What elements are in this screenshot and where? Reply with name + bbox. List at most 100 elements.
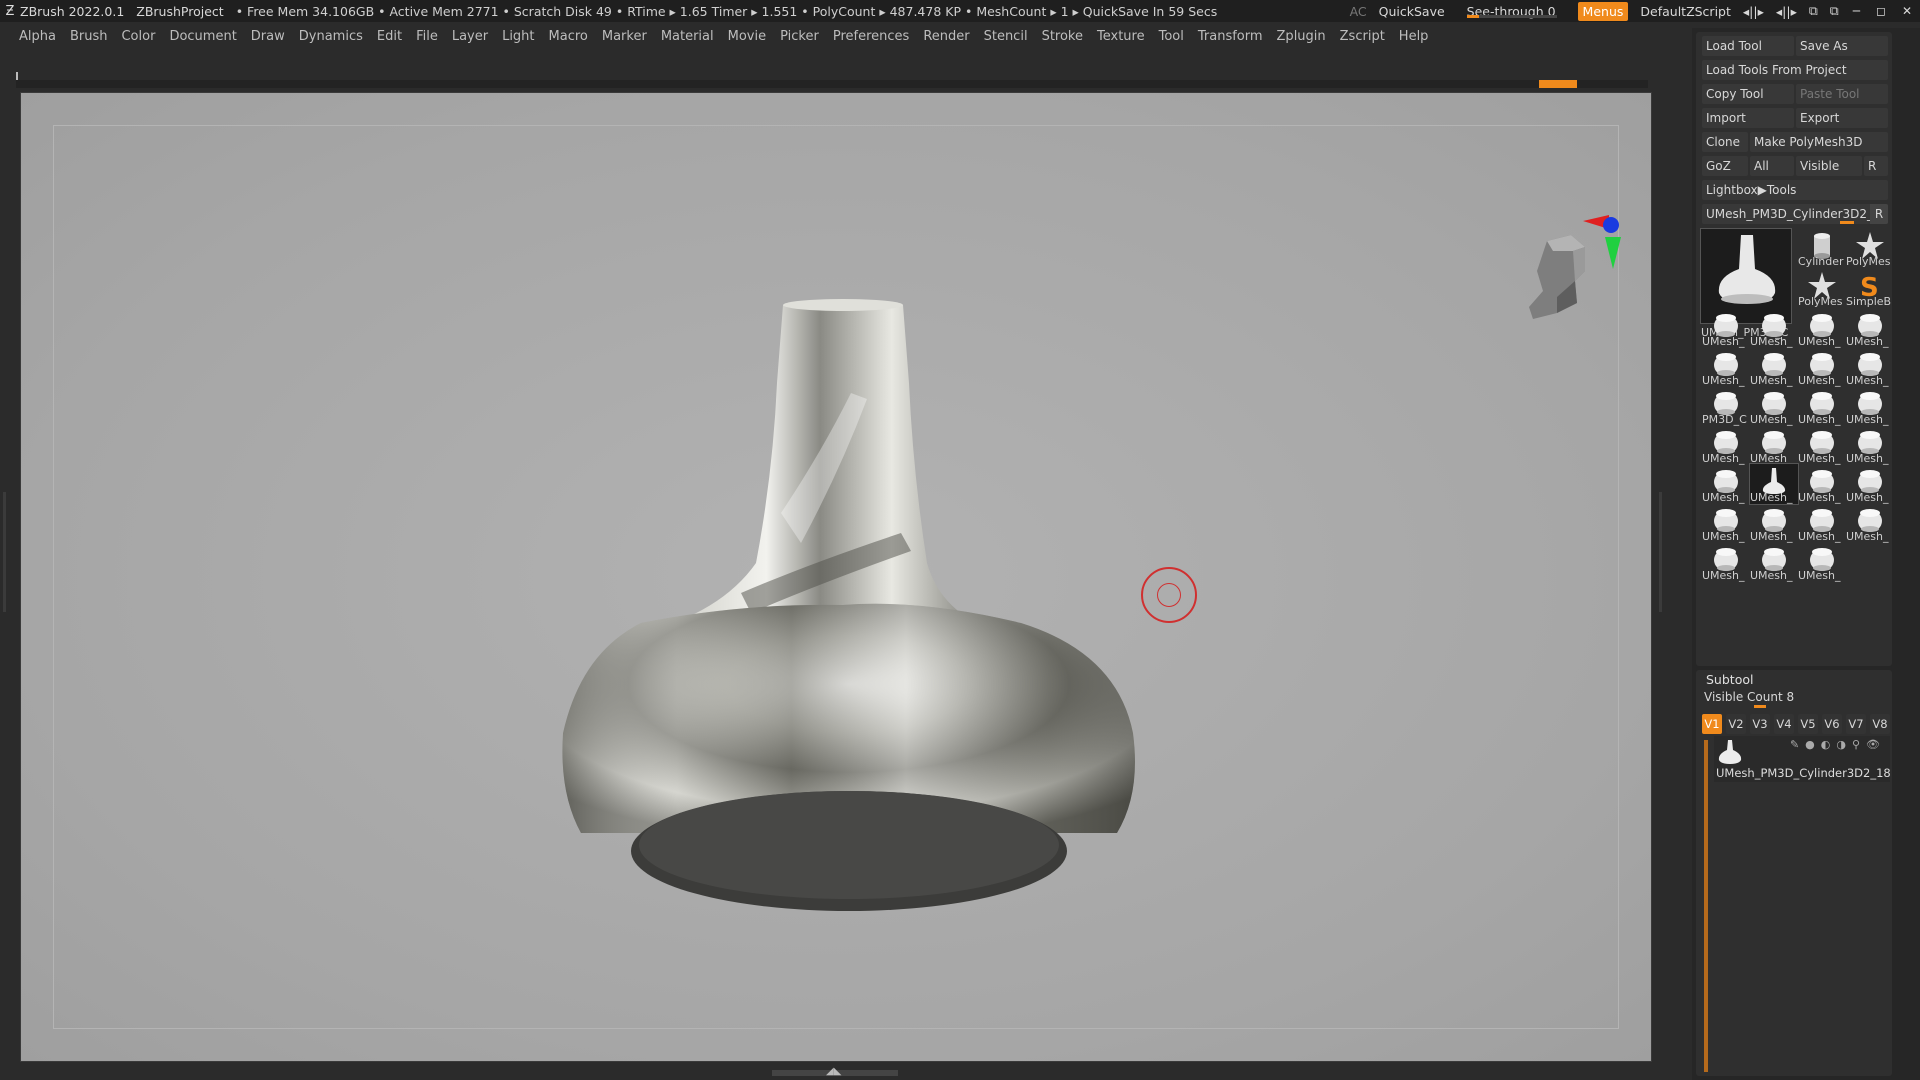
menu-texture[interactable]: Texture xyxy=(1097,29,1145,44)
subtool-item[interactable]: ✎●◐◑⚲👁 UMesh_PM3D_Cylinder3D2_18 xyxy=(1714,736,1891,782)
close-button[interactable]: ✕ xyxy=(1902,4,1912,18)
load-tools-from-project-button[interactable]: Load Tools From Project xyxy=(1702,60,1888,80)
tool-thumbnail[interactable]: UMesh_ xyxy=(1846,386,1894,426)
tool-thumbnail[interactable]: UMesh_ xyxy=(1750,503,1798,543)
menu-zplugin[interactable]: Zplugin xyxy=(1277,29,1326,44)
menu-stencil[interactable]: Stencil xyxy=(984,29,1028,44)
tab-v3[interactable]: V3 xyxy=(1750,714,1770,734)
menu-stroke[interactable]: Stroke xyxy=(1042,29,1083,44)
head-icon[interactable] xyxy=(1513,211,1623,341)
subtool-toggle-icons[interactable]: ✎●◐◑⚲👁 xyxy=(1790,738,1886,751)
zscript-button[interactable]: DefaultZScript xyxy=(1640,4,1731,19)
save-as-button[interactable]: Save As xyxy=(1796,36,1888,56)
menus-toggle-button[interactable]: Menus xyxy=(1577,1,1629,21)
maximize-button[interactable]: ◻ xyxy=(1876,4,1886,18)
ac-label[interactable]: AC xyxy=(1350,4,1367,19)
layout-icon[interactable]: ◂||▸ xyxy=(1776,4,1797,19)
export-button[interactable]: Export xyxy=(1796,108,1888,128)
paste-tool-button[interactable]: Paste Tool xyxy=(1796,84,1888,104)
tool-thumbnail[interactable]: UMesh_ xyxy=(1750,308,1798,348)
menu-brush[interactable]: Brush xyxy=(70,29,108,44)
tool-thumbnail[interactable]: UMesh_ xyxy=(1798,503,1846,543)
goz-visible-button[interactable]: Visible xyxy=(1796,156,1862,176)
menu-color[interactable]: Color xyxy=(121,29,155,44)
tool-thumbnail[interactable]: UMesh_ xyxy=(1750,347,1798,387)
menu-file[interactable]: File xyxy=(416,29,438,44)
tab-v6[interactable]: V6 xyxy=(1822,714,1842,734)
tab-v4[interactable]: V4 xyxy=(1774,714,1794,734)
tool-thumbnail[interactable]: UMesh_ xyxy=(1702,308,1750,348)
tool-thumbnail[interactable]: PolyMes xyxy=(1846,228,1894,268)
visible-count-knob[interactable] xyxy=(1754,705,1766,708)
menu-draw[interactable]: Draw xyxy=(251,29,285,44)
tool-thumbnail[interactable]: UMesh_ xyxy=(1702,347,1750,387)
menu-picker[interactable]: Picker xyxy=(780,29,819,44)
see-through-slider[interactable]: See-through 0 xyxy=(1457,4,1566,19)
menu-document[interactable]: Document xyxy=(169,29,236,44)
tool-thumbnail[interactable]: UMesh_ xyxy=(1846,464,1894,504)
shelf-ruler-marker[interactable] xyxy=(1539,80,1577,88)
tool-thumbnail[interactable]: UMesh_ xyxy=(1702,425,1750,465)
menu-movie[interactable]: Movie xyxy=(728,29,766,44)
tab-v8[interactable]: V8 xyxy=(1870,714,1890,734)
tool-thumbnail[interactable]: UMesh_ xyxy=(1846,347,1894,387)
tool-thumbnail[interactable]: UMesh_ xyxy=(1750,542,1798,582)
quicksave-button[interactable]: QuickSave xyxy=(1379,4,1445,19)
window-icon[interactable]: ⧉ xyxy=(1809,3,1818,19)
menu-tool[interactable]: Tool xyxy=(1159,29,1184,44)
layout-icon[interactable]: ◂||▸ xyxy=(1743,4,1764,19)
tool-thumbnail[interactable]: PM3D_C xyxy=(1702,386,1750,426)
menu-dynamics[interactable]: Dynamics xyxy=(299,29,363,44)
menu-alpha[interactable]: Alpha xyxy=(19,29,56,44)
tab-v2[interactable]: V2 xyxy=(1726,714,1746,734)
subtool-title[interactable]: Subtool xyxy=(1706,672,1753,687)
tool-thumbnail[interactable]: UMesh_ xyxy=(1702,464,1750,504)
menu-render[interactable]: Render xyxy=(923,29,969,44)
window-icon[interactable]: ⧉ xyxy=(1830,3,1839,19)
shelf-ruler[interactable] xyxy=(16,80,1648,88)
tool-thumbnail[interactable]: UMesh_ xyxy=(1846,425,1894,465)
tool-thumbnail[interactable]: UMesh_ xyxy=(1846,308,1894,348)
menu-macro[interactable]: Macro xyxy=(549,29,588,44)
tool-thumbnail[interactable]: UMesh_ xyxy=(1846,503,1894,543)
left-tray-handle[interactable] xyxy=(0,492,10,612)
tab-v1[interactable]: V1 xyxy=(1702,714,1722,734)
tool-thumbnail[interactable]: UMesh_ xyxy=(1702,503,1750,543)
subtool-scrollbar[interactable] xyxy=(1704,740,1708,1072)
lightbox-tools-button[interactable]: Lightbox▶Tools xyxy=(1702,180,1888,200)
tab-v7[interactable]: V7 xyxy=(1846,714,1866,734)
tool-thumbnail[interactable]: UMesh_ xyxy=(1798,386,1846,426)
menu-transform[interactable]: Transform xyxy=(1198,29,1263,44)
make-polymesh-button[interactable]: Make PolyMesh3D xyxy=(1750,132,1888,152)
expand-arrow-icon[interactable]: ◢◣ xyxy=(826,1066,841,1077)
tool-thumbnail[interactable]: UMesh_ xyxy=(1798,425,1846,465)
clone-button[interactable]: Clone xyxy=(1702,132,1748,152)
tool-thumbnail[interactable]: UMesh_ xyxy=(1702,542,1750,582)
tool-thumbnail[interactable]: S SimpleB xyxy=(1846,268,1894,308)
visible-count-slider[interactable]: Visible Count 8 xyxy=(1702,690,1888,708)
current-tool-slider[interactable]: UMesh_PM3D_Cylinder3D2_1 R xyxy=(1702,204,1888,224)
goz-r-button[interactable]: R xyxy=(1864,156,1888,176)
menu-help[interactable]: Help xyxy=(1399,29,1429,44)
vase-model[interactable] xyxy=(21,93,1652,1062)
tool-thumbnail[interactable]: UMesh_ xyxy=(1798,308,1846,348)
goz-button[interactable]: GoZ xyxy=(1702,156,1748,176)
tool-thumbnail[interactable]: UMesh_ xyxy=(1749,463,1799,505)
right-tray-handle[interactable] xyxy=(1656,492,1666,612)
document-canvas[interactable] xyxy=(20,92,1652,1062)
tab-v5[interactable]: V5 xyxy=(1798,714,1818,734)
menu-preferences[interactable]: Preferences xyxy=(833,29,909,44)
tool-thumbnail[interactable]: UMesh_ xyxy=(1750,386,1798,426)
menu-marker[interactable]: Marker xyxy=(602,29,647,44)
tool-thumbnail[interactable]: UMesh_ xyxy=(1750,425,1798,465)
tool-thumbnail[interactable]: PolyMes xyxy=(1798,268,1846,308)
tool-slider-knob[interactable] xyxy=(1840,221,1854,224)
goz-all-button[interactable]: All xyxy=(1750,156,1794,176)
tool-thumbnail[interactable]: UMesh_ xyxy=(1798,542,1846,582)
import-button[interactable]: Import xyxy=(1702,108,1794,128)
menu-zscript[interactable]: Zscript xyxy=(1340,29,1385,44)
tool-thumbnail[interactable]: UMesh_ xyxy=(1798,347,1846,387)
menu-material[interactable]: Material xyxy=(661,29,714,44)
menu-light[interactable]: Light xyxy=(502,29,534,44)
load-tool-button[interactable]: Load Tool xyxy=(1702,36,1794,56)
